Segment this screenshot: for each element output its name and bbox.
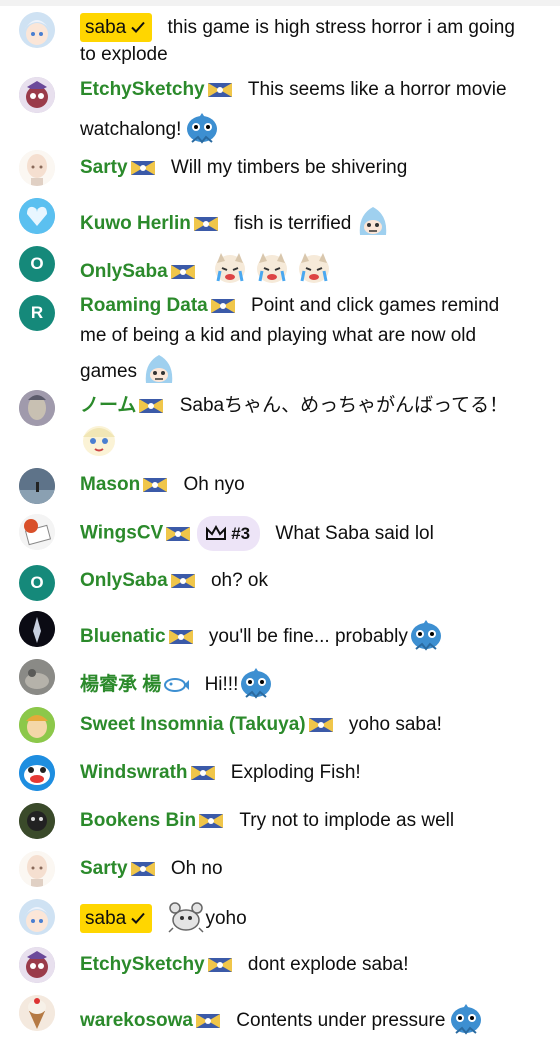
fish-emote-icon — [448, 998, 486, 1044]
cheer-emote-icon — [80, 423, 118, 465]
message-text: Oh nyo — [183, 474, 245, 495]
avatar[interactable] — [19, 851, 55, 887]
author-name[interactable]: warekosowa — [80, 1010, 193, 1031]
crying-emote-icon — [211, 249, 249, 295]
member-badge-icon — [138, 397, 164, 423]
avatar[interactable] — [19, 707, 55, 743]
scared-shark-emote-icon — [140, 349, 178, 395]
member-badge-icon — [207, 956, 233, 982]
message-text: Exploding Fish! — [230, 762, 361, 783]
message-text: oh? ok — [210, 570, 268, 591]
author-name[interactable]: Sarty — [80, 157, 128, 178]
avatar[interactable] — [19, 803, 55, 839]
author-name[interactable]: Windswrath — [80, 762, 188, 783]
avatar[interactable] — [19, 899, 55, 935]
message-text: dont explode saba! — [247, 954, 409, 975]
author-name[interactable]: Sarty — [80, 858, 128, 879]
avatar[interactable] — [19, 12, 55, 48]
author-name[interactable]: EtchySketchy — [80, 79, 205, 100]
fish-badge-icon — [163, 676, 190, 702]
avatar[interactable] — [19, 995, 55, 1031]
fish-emote-icon — [408, 614, 446, 660]
author-name[interactable]: saba — [80, 904, 153, 933]
message-text: yoho saba! — [348, 714, 442, 735]
author-name[interactable]: Bookens Bin — [80, 810, 196, 831]
crown-icon — [206, 524, 227, 540]
member-badge-icon — [210, 297, 236, 323]
author-name[interactable]: saba — [80, 13, 153, 42]
author-name[interactable]: OnlySaba — [80, 570, 168, 591]
message-text: Will my timbers be shivering — [170, 157, 408, 178]
gift-rank-text: #3 — [231, 523, 251, 543]
message-text: Sabaちゃん、めっちゃがんばってる！ — [179, 395, 509, 416]
avatar[interactable] — [19, 659, 55, 695]
member-badge-icon — [207, 81, 233, 107]
avatar[interactable]: O — [19, 565, 55, 601]
fish-emote-icon — [238, 662, 276, 708]
avatar[interactable] — [19, 755, 55, 791]
member-badge-icon — [165, 525, 191, 551]
top-strip — [0, 0, 560, 6]
member-badge-icon — [130, 159, 156, 185]
member-badge-icon — [170, 572, 196, 598]
crying-emote-icon — [295, 249, 333, 295]
avatar[interactable] — [19, 390, 55, 426]
author-name[interactable]: WingsCV — [80, 523, 163, 544]
avatar[interactable] — [19, 468, 55, 504]
avatar[interactable] — [19, 77, 55, 113]
author-name[interactable]: Roaming Data — [80, 295, 208, 316]
crying-emote-icon — [253, 249, 291, 295]
member-badge-icon — [130, 860, 156, 886]
author-name[interactable]: Kuwo Herlin — [80, 213, 191, 234]
avatar-letter: O — [30, 573, 44, 592]
verified-check-icon — [131, 912, 145, 924]
author-name[interactable]: ノーム — [80, 395, 136, 416]
member-badge-icon — [193, 215, 219, 241]
member-badge-icon — [195, 1012, 221, 1038]
member-badge-icon — [142, 476, 168, 502]
scared-shark-emote-icon — [354, 201, 392, 247]
message-text: yoho — [205, 908, 247, 929]
crab-emote-icon — [167, 900, 205, 942]
avatar[interactable] — [19, 947, 55, 983]
avatar[interactable] — [19, 514, 55, 550]
avatar[interactable]: O — [19, 246, 55, 282]
avatar-letter: R — [30, 303, 44, 322]
fish-emote-icon — [184, 107, 222, 153]
author-name[interactable]: Bluenatic — [80, 626, 166, 647]
author-name[interactable]: EtchySketchy — [80, 954, 205, 975]
message-text: fish is terrified — [234, 213, 352, 234]
member-badge-icon — [190, 764, 216, 790]
message-text: Try not to implode as well — [239, 810, 455, 831]
avatar-letter: O — [30, 254, 44, 273]
avatar[interactable]: R — [19, 295, 55, 331]
verified-check-icon — [131, 21, 145, 33]
author-name[interactable]: 楊睿承 楊 — [80, 674, 161, 695]
member-badge-icon — [170, 263, 196, 289]
message-text: Oh no — [170, 858, 223, 879]
author-name[interactable]: Sweet Insomnia (Takuya) — [80, 714, 306, 735]
avatar[interactable] — [19, 198, 55, 234]
avatar[interactable] — [19, 150, 55, 186]
avatar[interactable] — [19, 611, 55, 647]
message-text: you'll be fine... probably — [208, 626, 408, 647]
message-text: Contents under pressure — [236, 1010, 446, 1031]
gift-rank-chip[interactable]: #3 — [197, 516, 261, 551]
member-badge-icon — [198, 812, 224, 838]
author-name[interactable]: OnlySaba — [80, 261, 168, 282]
message-text: Hi!!! — [204, 674, 239, 695]
author-name[interactable]: Mason — [80, 474, 140, 495]
member-badge-icon — [308, 716, 334, 742]
next-message-peek — [0, 1040, 560, 1046]
message-text: What Saba said lol — [275, 522, 434, 544]
member-badge-icon — [168, 628, 194, 654]
